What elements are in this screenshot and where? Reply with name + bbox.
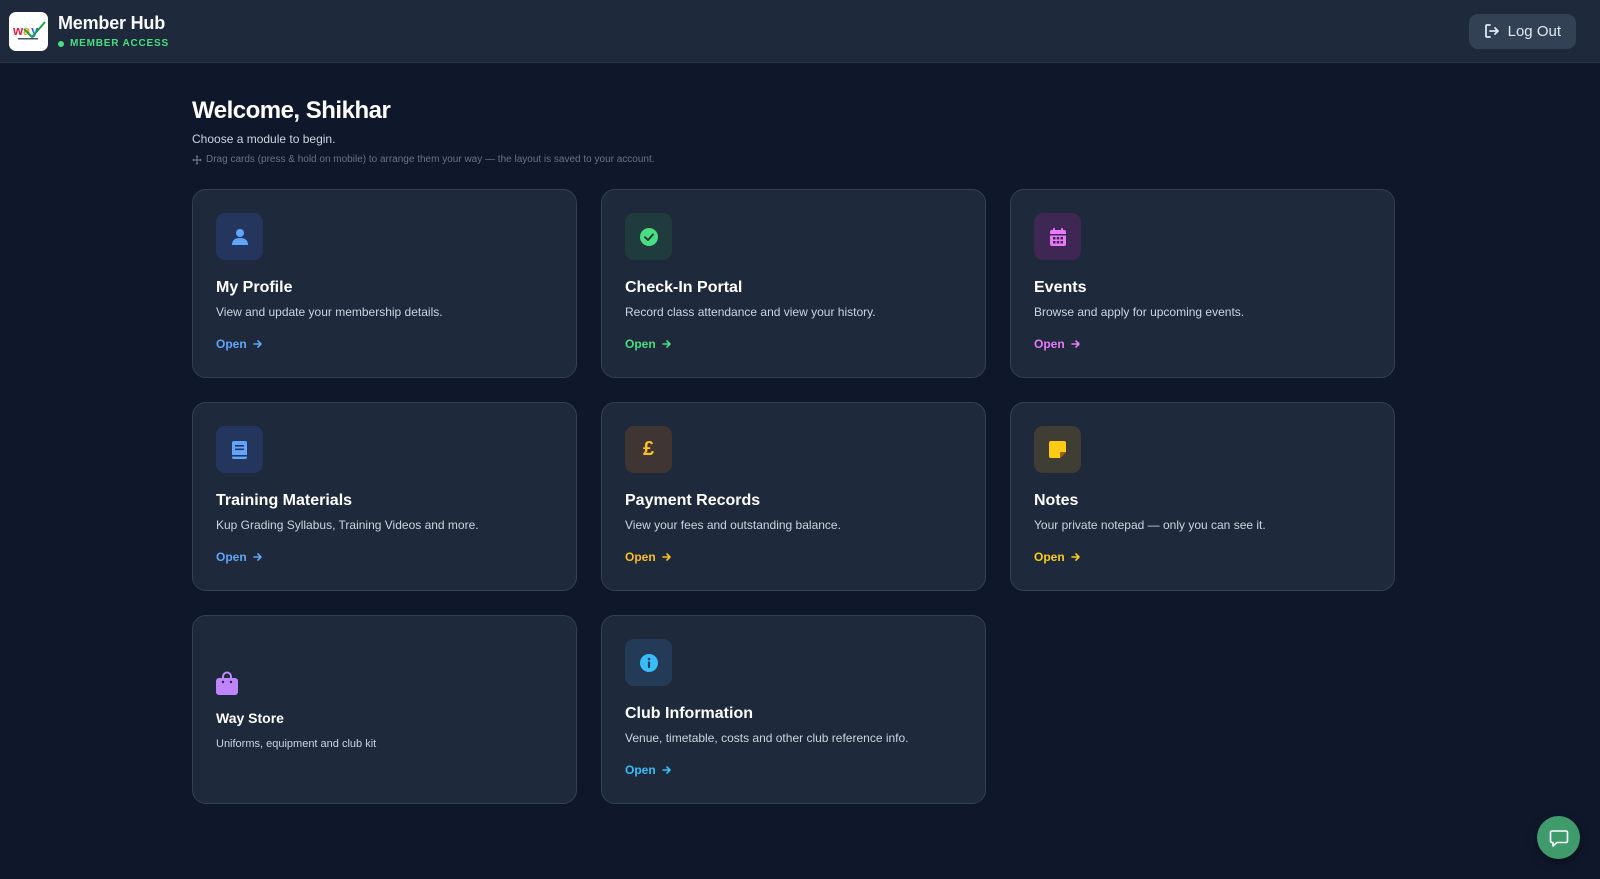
card-training-materials[interactable]: Training Materials Kup Grading Syllabus,… xyxy=(192,402,577,591)
info-icon xyxy=(639,653,658,672)
card-club-information[interactable]: Club Information Venue, timetable, costs… xyxy=(601,615,986,804)
card-description: View and update your membership details. xyxy=(216,305,443,319)
calendar-icon xyxy=(1049,227,1066,246)
open-link[interactable]: Open xyxy=(216,337,263,351)
card-description: Kup Grading Syllabus, Training Videos an… xyxy=(216,518,479,532)
page-subtitle: Choose a module to begin. xyxy=(192,132,336,146)
open-link-label: Open xyxy=(216,550,247,564)
card-description: Record class attendance and view your hi… xyxy=(625,305,876,319)
open-link-label: Open xyxy=(625,337,656,351)
arrow-right-icon xyxy=(661,766,671,774)
brand: w a y Member Hub MEMBER ACCESS xyxy=(9,11,169,51)
card-title: Way Store xyxy=(216,710,284,726)
pound-icon: £ xyxy=(642,438,655,460)
logout-icon xyxy=(1484,24,1499,38)
card-way-store[interactable]: Way Store Uniforms, equipment and club k… xyxy=(192,615,577,804)
arrow-right-icon xyxy=(661,553,671,561)
arrow-right-icon xyxy=(252,553,262,561)
arrow-right-icon xyxy=(1070,340,1080,348)
card-check-in-portal[interactable]: Check-In Portal Record class attendance … xyxy=(601,189,986,378)
card-description: Venue, timetable, costs and other club r… xyxy=(625,731,909,745)
shopping-bag-icon xyxy=(216,671,238,695)
arrow-right-icon xyxy=(1070,553,1080,561)
card-description: Uniforms, equipment and club kit xyxy=(216,738,377,750)
card-icon-box xyxy=(216,213,263,260)
open-link[interactable]: Open xyxy=(625,337,672,351)
card-events[interactable]: Events Browse and apply for upcoming eve… xyxy=(1010,189,1395,378)
open-link-label: Open xyxy=(216,337,247,351)
arrow-right-icon xyxy=(661,340,671,348)
open-link[interactable]: Open xyxy=(625,550,672,564)
module-grid: My Profile View and update your membersh… xyxy=(192,189,1395,804)
way-logo-icon[interactable]: w a y xyxy=(9,11,48,51)
card-icon-box xyxy=(1034,213,1081,260)
open-link-label: Open xyxy=(625,763,656,777)
card-description: View your fees and outstanding balance. xyxy=(625,518,841,532)
book-icon xyxy=(232,440,247,459)
card-title: Events xyxy=(1034,279,1087,296)
card-icon-box xyxy=(1034,426,1081,473)
card-my-profile[interactable]: My Profile View and update your membersh… xyxy=(192,189,577,378)
card-notes[interactable]: Notes Your private notepad — only you ca… xyxy=(1010,402,1395,591)
logout-label: Log Out xyxy=(1507,22,1561,40)
card-payment-records[interactable]: £ Payment Records View your fees and out… xyxy=(601,402,986,591)
open-link-label: Open xyxy=(1034,550,1065,564)
drag-hint: Drag cards (press & hold on mobile) to a… xyxy=(192,154,1394,165)
drag-hint-text: Drag cards (press & hold on mobile) to a… xyxy=(206,154,655,165)
card-icon-box xyxy=(625,213,672,260)
card-title: Club Information xyxy=(625,705,753,722)
move-icon xyxy=(192,154,202,165)
page-title: Welcome, Shikhar xyxy=(192,97,391,124)
card-title: Payment Records xyxy=(625,492,761,509)
open-link[interactable]: Open xyxy=(1034,337,1081,351)
open-link-label: Open xyxy=(625,550,656,564)
access-badge-label: MEMBER ACCESS xyxy=(70,38,169,49)
app-title: Member Hub xyxy=(58,13,166,33)
main-content: Welcome, Shikhar Choose a module to begi… xyxy=(192,97,1395,804)
sticky-note-icon xyxy=(1049,441,1066,458)
card-icon-box xyxy=(216,426,263,473)
access-badge: MEMBER ACCESS xyxy=(58,38,169,49)
card-icon-box xyxy=(625,639,672,686)
open-link[interactable]: Open xyxy=(216,550,263,564)
status-dot-icon xyxy=(58,40,64,47)
logout-button[interactable]: Log Out xyxy=(1468,13,1576,49)
card-description: Browse and apply for upcoming events. xyxy=(1034,305,1245,319)
chat-button[interactable] xyxy=(1537,816,1580,859)
brand-text: Member Hub MEMBER ACCESS xyxy=(58,13,169,49)
chat-bubble-icon xyxy=(1549,829,1568,847)
user-icon xyxy=(231,228,248,245)
card-title: Notes xyxy=(1034,492,1079,509)
arrow-right-icon xyxy=(252,340,262,348)
card-title: My Profile xyxy=(216,279,293,296)
open-link[interactable]: Open xyxy=(1034,550,1081,564)
open-link-label: Open xyxy=(1034,337,1065,351)
check-circle-icon xyxy=(639,227,658,246)
card-icon-box: £ xyxy=(625,426,672,473)
card-description: Your private notepad — only you can see … xyxy=(1034,518,1266,532)
open-link[interactable]: Open xyxy=(625,763,672,777)
card-title: Training Materials xyxy=(216,492,353,509)
top-bar: w a y Member Hub MEMBER ACCESS Log Out xyxy=(0,0,1600,63)
card-title: Check-In Portal xyxy=(625,279,743,296)
